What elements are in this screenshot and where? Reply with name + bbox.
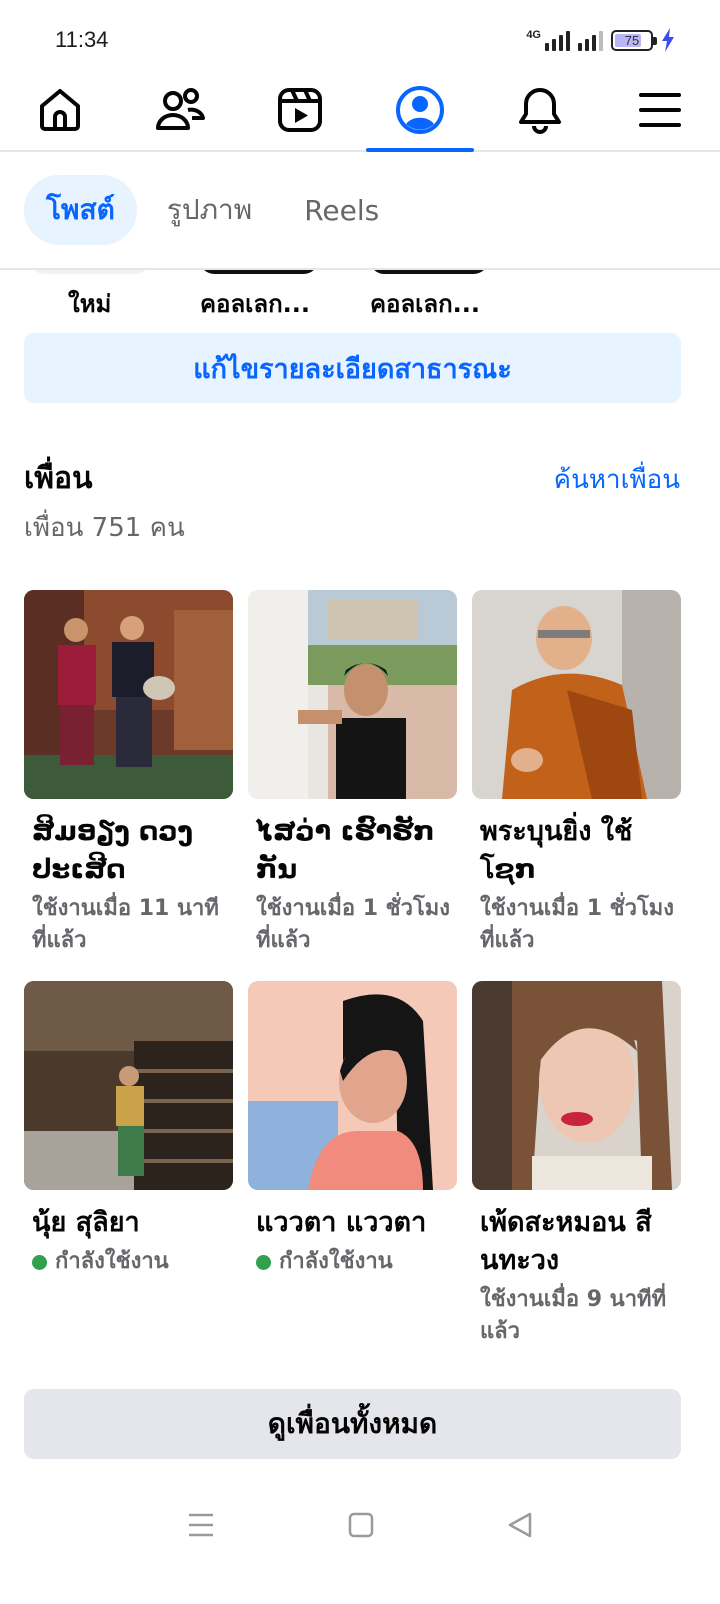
tab-posts[interactable]: โพสต์ <box>24 175 137 245</box>
online-dot-icon <box>256 1254 271 1270</box>
collection-thumb-new[interactable] <box>30 270 150 274</box>
friend-status-text: กำลังใช้งาน <box>55 1249 169 1274</box>
tab-photos[interactable]: รูปภาพ <box>145 175 274 245</box>
friend-photo[interactable] <box>24 981 233 1190</box>
nav-profile[interactable] <box>360 70 480 152</box>
signal-icon <box>545 29 570 51</box>
nav-menu[interactable] <box>600 70 720 150</box>
collection-new[interactable]: ใหม่ <box>68 284 111 320</box>
profile-icon <box>396 86 444 134</box>
friend-photo[interactable] <box>248 981 457 1190</box>
friend-status: กำลังใช้งาน <box>24 1246 233 1278</box>
tab-reels[interactable]: Reels <box>282 175 401 245</box>
nav-friends[interactable] <box>120 70 240 150</box>
collection-thumb-2[interactable] <box>370 270 488 274</box>
back-icon[interactable] <box>507 1511 533 1539</box>
recent-apps-icon[interactable] <box>187 1512 215 1538</box>
status-bar: 11:34 4G 75 <box>0 0 720 80</box>
online-dot-icon <box>32 1254 47 1270</box>
video-icon <box>278 88 322 132</box>
nav-home[interactable] <box>0 70 120 150</box>
friend-last-active: ใช้งานเมื่อ 1 ชั่วโมง ที่แล้ว <box>256 896 451 953</box>
friend-status: กำลังใช้งาน <box>248 1246 457 1278</box>
friend-name[interactable]: ໄສວ່າ ເຮົາຮັກກັນ <box>248 813 457 889</box>
friend-name[interactable]: นุ้ย สุลิยา <box>24 1204 233 1242</box>
collection-1[interactable]: คอลเลก... <box>200 284 310 320</box>
bell-icon <box>519 88 561 134</box>
collection-2[interactable]: คอลเลก... <box>370 284 480 320</box>
menu-icon <box>639 93 681 127</box>
status-icons: 4G 75 <box>526 28 675 52</box>
friend-name[interactable]: พระบุนยิ่ง ใช้ โຊກ <box>472 813 681 889</box>
charging-icon <box>662 28 674 52</box>
home-icon <box>40 89 80 131</box>
friend-card[interactable]: นุ้ย สุลิยา กำลังใช้งาน <box>24 981 233 1278</box>
collection-thumb-1[interactable] <box>200 270 318 274</box>
friends-heading: เพื่อน <box>24 461 93 496</box>
friend-card[interactable]: ສິມອຽງ ດວງ ປະເສີດ ใช้งานเมื่อ 11 นาที ที… <box>24 590 233 957</box>
friend-name[interactable]: เพ้ดสะหมอน สี นทะวง <box>472 1204 681 1280</box>
status-time: 11:34 <box>55 27 109 52</box>
profile-tabs: โพสต์ รูปภาพ Reels <box>24 175 401 245</box>
find-friends-link[interactable]: ค้นหาเพื่อน <box>554 459 680 500</box>
battery-level: 75 <box>624 32 640 48</box>
friend-name[interactable]: แววตา แววตา <box>248 1204 457 1242</box>
friend-card[interactable]: พระบุนยิ่ง ใช้ โຊກ ใช้งานเมื่อ 1 ชั่วโมง… <box>472 590 681 957</box>
nav-notifications[interactable] <box>480 70 600 150</box>
friend-last-active: ใช้งานเมื่อ 9 นาทีที่ แล้ว <box>480 1287 667 1344</box>
signal-icon-2 <box>578 29 603 51</box>
friends-icon <box>156 88 205 130</box>
friend-card[interactable]: แววตา แววตา กำลังใช้งาน <box>248 981 457 1278</box>
nav-video[interactable] <box>240 70 360 150</box>
top-navigation <box>0 70 720 152</box>
friend-card[interactable]: ໄສວ່າ ເຮົາຮັກກັນ ใช้งานเมื่อ 1 ชั่วโมง ท… <box>248 590 457 957</box>
see-all-friends-button[interactable]: ดูเพื่อนทั้งหมด <box>24 1389 681 1459</box>
system-navigation-bar <box>0 1490 720 1560</box>
edit-public-details-button[interactable]: แก้ไขรายละเอียดสาธารณะ <box>24 333 681 403</box>
friend-photo[interactable] <box>472 981 681 1190</box>
network-type: 4G <box>526 29 541 41</box>
friend-name[interactable]: ສິມອຽງ ດວງ ປະເສີດ <box>24 813 233 889</box>
home-button-icon[interactable] <box>348 1512 374 1538</box>
friends-count: เพื่อน 751 คน <box>24 513 185 543</box>
friend-status-text: กำลังใช้งาน <box>279 1249 393 1274</box>
friend-card[interactable]: เพ้ดสะหมอน สี นทะวง ใช้งานเมื่อ 9 นาทีที… <box>472 981 681 1348</box>
friend-photo[interactable] <box>472 590 681 799</box>
friend-last-active: ใช้งานเมื่อ 1 ชั่วโมง ที่แล้ว <box>480 896 675 953</box>
battery-icon: 75 <box>611 29 657 51</box>
friend-last-active: ใช้งานเมื่อ 11 นาที ที่แล้ว <box>32 896 219 953</box>
friend-photo[interactable] <box>248 590 457 799</box>
friend-photo[interactable] <box>24 590 233 799</box>
featured-collections: ใหม่ คอลเลก... คอลเลก... <box>0 270 720 320</box>
